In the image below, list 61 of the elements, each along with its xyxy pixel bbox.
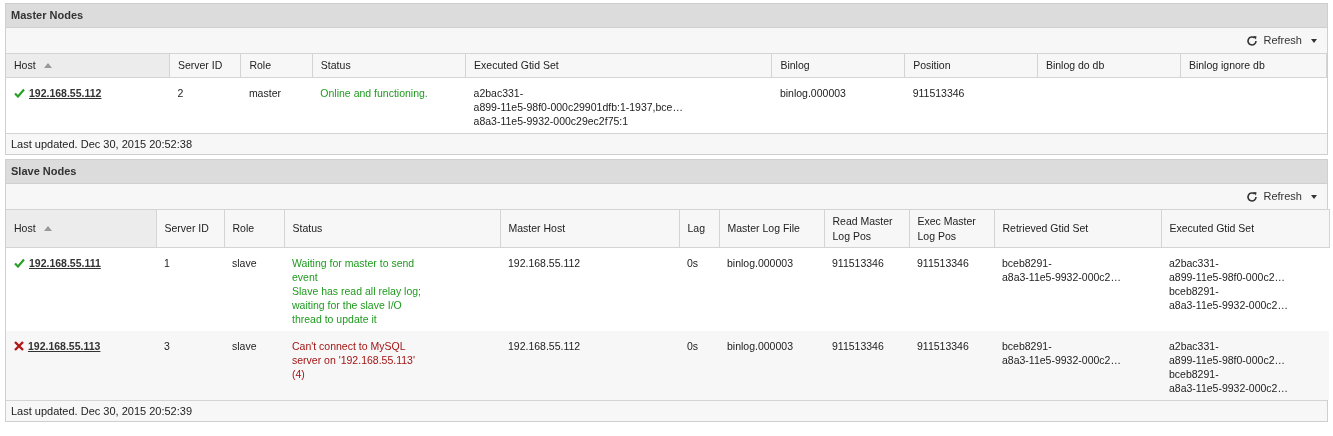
- table-cell-text: bceb8291- a8a3-11e5-9932-000c2…: [1002, 256, 1122, 284]
- sort-ascending-icon: [43, 226, 52, 231]
- column-header[interactable]: Host: [6, 209, 156, 248]
- last-updated-text: Last updated. Dec 30, 2015 20:52:39: [11, 403, 193, 419]
- table-cell-text: 0s: [687, 256, 700, 270]
- table-cell-text: slave: [232, 339, 258, 353]
- column-header[interactable]: Status: [312, 53, 466, 78]
- last-updated-text: Last updated. Dec 30, 2015 20:52:38: [11, 136, 193, 152]
- column-header[interactable]: Role: [240, 53, 313, 78]
- table-cell-text: a2bac331- a899-11e5-98f0-000c2… bceb8291- a8a3-11e5-9932-000c2…: [1169, 256, 1289, 312]
- refresh-button[interactable]: Refresh: [1246, 188, 1317, 205]
- status-text: Waiting for master to send event Slave has read all relay log; waiting for the slave I/O thread to update it: [292, 256, 422, 326]
- refresh-button[interactable]: Refresh: [1246, 32, 1317, 49]
- column-header[interactable]: Binlog: [771, 53, 905, 78]
- table-cell-text: 911513346: [832, 256, 885, 270]
- column-header[interactable]: Executed Gtid Set: [1161, 209, 1329, 248]
- status-text: Online and functioning.: [320, 86, 429, 100]
- column-header[interactable]: Executed Gtid Set: [465, 53, 772, 78]
- caret-icon: [1311, 38, 1317, 43]
- column-header[interactable]: Retrieved Gtid Set: [994, 209, 1161, 248]
- column-header[interactable]: Server ID: [156, 209, 224, 248]
- table-cell-text: 3: [164, 339, 171, 353]
- column-header[interactable]: Position: [904, 53, 1038, 78]
- table-cell-text: master: [248, 86, 282, 100]
- table-cell-text: a2bac331- a899-11e5-98f0-000c29901dfb:1-1937,bce… a8a3-11e5-9932-000c29ec2f75:1: [473, 86, 684, 128]
- table-cell-text: 911513346: [917, 339, 970, 353]
- column-header[interactable]: Read Master Log Pos: [824, 209, 909, 248]
- status-text: Can't connect to MySQL server on '192.168.55.113' (4): [292, 339, 416, 381]
- caret-icon: [1311, 194, 1317, 199]
- refresh-icon: [1246, 34, 1259, 47]
- table-cell-text: 1: [164, 256, 171, 270]
- table-cell-text: 192.168.55.112: [508, 339, 582, 353]
- column-header[interactable]: Status: [284, 209, 500, 248]
- table-cell-text: binlog.000003: [779, 86, 847, 100]
- panel-title: Master Nodes: [6, 4, 1327, 28]
- column-header[interactable]: Lag: [679, 209, 719, 248]
- table-cell-text: 911513346: [832, 339, 885, 353]
- column-header[interactable]: Server ID: [169, 53, 241, 78]
- column-header[interactable]: Role: [224, 209, 284, 248]
- table-cell-text: 2: [177, 86, 185, 100]
- column-header[interactable]: Binlog ignore db: [1180, 53, 1327, 78]
- panel-title: Slave Nodes: [6, 160, 1327, 184]
- table-cell-text: binlog.000003: [727, 256, 794, 270]
- table-cell-text: 911513346: [917, 256, 970, 270]
- table-cell-text: binlog.000003: [727, 339, 794, 353]
- column-header[interactable]: Host: [6, 53, 170, 78]
- column-header[interactable]: Exec Master Log Pos: [909, 209, 994, 248]
- table-cell-text: slave: [232, 256, 258, 270]
- host-link[interactable]: 192.168.55.111: [29, 256, 101, 270]
- table-cell-text: bceb8291- a8a3-11e5-9932-000c2…: [1002, 339, 1122, 367]
- column-header[interactable]: Master Log File: [719, 209, 824, 248]
- sort-ascending-icon: [43, 63, 52, 68]
- host-link[interactable]: 192.168.55.112: [29, 86, 102, 100]
- table-cell-text: a2bac331- a899-11e5-98f0-000c2… bceb8291- a8a3-11e5-9932-000c2…: [1169, 339, 1289, 395]
- refresh-icon: [1246, 190, 1259, 203]
- host-link[interactable]: 192.168.55.113: [28, 339, 101, 353]
- table-cell-text: 192.168.55.112: [508, 256, 582, 270]
- table-cell-text: 0s: [687, 339, 700, 353]
- table-cell-text: 911513346: [912, 86, 966, 100]
- column-header[interactable]: Master Host: [500, 209, 679, 248]
- column-header[interactable]: Binlog do db: [1037, 53, 1181, 78]
